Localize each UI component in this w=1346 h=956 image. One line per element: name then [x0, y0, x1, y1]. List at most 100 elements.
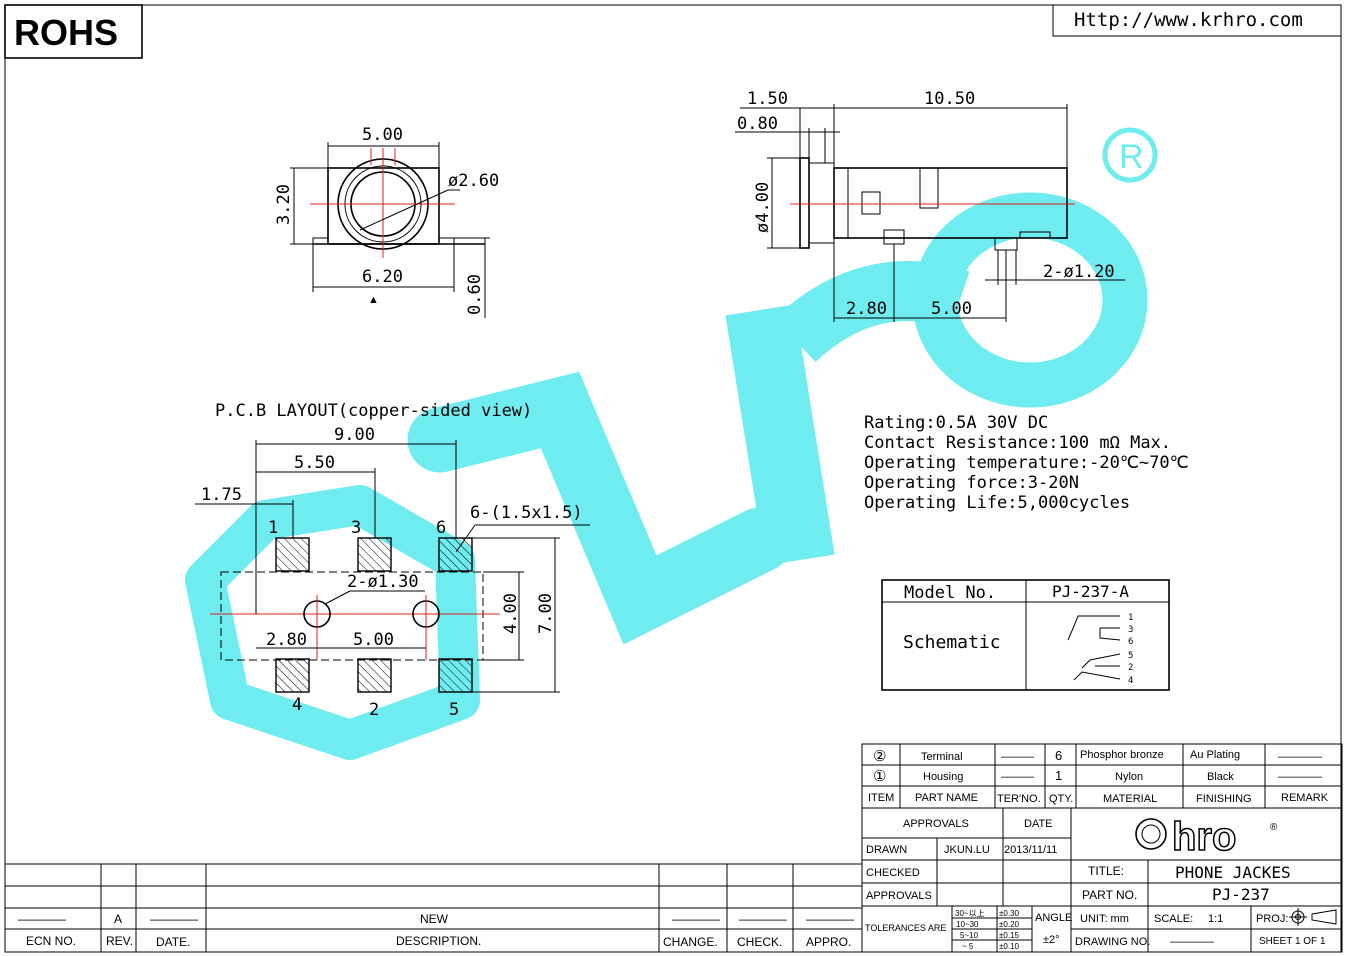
- bom-ter-housing: ———: [1001, 771, 1034, 783]
- tb-tol-value-2: ±0.20: [999, 920, 1020, 929]
- tb-tolerances-label: TOLERANCES ARE: [865, 923, 946, 933]
- schem-pin-3: 3: [1128, 625, 1133, 635]
- rev-change: ————: [672, 912, 720, 926]
- bom-header-remark: REMARK: [1281, 792, 1329, 804]
- tb-unit: UNIT: mm: [1080, 913, 1129, 925]
- tb-tol-value-3: ±0.15: [999, 931, 1020, 940]
- bom-ter-terminal: ———: [1001, 751, 1034, 763]
- spec-rating: Rating:0.5A 30V DC: [864, 413, 1048, 433]
- tb-drawn-label: DRAWN: [866, 844, 907, 856]
- spec-life: Operating Life:5,000cycles: [864, 493, 1130, 513]
- bom-qty-terminal: 6: [1055, 748, 1062, 763]
- rohs-box: ROHS: [4, 4, 143, 59]
- tb-proj-label: PROJ:: [1256, 913, 1288, 925]
- pcb-pads: 6-(1.5x1.5): [470, 503, 583, 523]
- tb-date-header: DATE: [1024, 818, 1053, 830]
- side-dim-a: 1.50: [747, 89, 788, 109]
- spec-resistance: Contact Resistance:100 mΩ Max.: [864, 433, 1171, 453]
- front-dim-height: 3.20: [274, 184, 294, 225]
- pin-label-5: 5: [449, 700, 459, 720]
- svg-text:®: ®: [1270, 822, 1278, 833]
- tb-tol-range-3: 5~10: [960, 931, 979, 940]
- website-box: Http://www.krhro.com: [1052, 5, 1341, 37]
- schematic-label: Schematic: [903, 632, 1001, 653]
- rev-description: NEW: [420, 912, 449, 926]
- pin-label-6: 6: [436, 518, 446, 538]
- pad-4: [275, 658, 310, 693]
- tb-scale-label: SCALE:: [1154, 913, 1193, 925]
- rev-check: ————: [739, 912, 787, 926]
- rev-ecn: ————: [18, 912, 66, 926]
- pad-5: [438, 658, 473, 693]
- pcb-holes: 2-ø1.30: [347, 572, 419, 592]
- tb-drawn-by: JKUN.LU: [944, 844, 990, 856]
- bom-material-housing: Nylon: [1115, 771, 1143, 783]
- side-dim-d: 5.00: [931, 299, 972, 319]
- bom-item-1: ①: [873, 768, 886, 785]
- tb-tol-value-4: ±0.10: [999, 942, 1020, 951]
- schem-pin-4: 4: [1128, 676, 1133, 686]
- schem-pin-5: 5: [1128, 651, 1133, 661]
- spec-temperature: Operating temperature:-20℃~70℃: [864, 453, 1189, 473]
- projection-icon: [1289, 908, 1337, 926]
- pad-1: [275, 537, 310, 572]
- rev-date: ————: [150, 912, 198, 926]
- schem-pin-2: 2: [1128, 663, 1133, 673]
- svg-text:R: R: [1119, 138, 1144, 176]
- side-dim-b: 0.80: [737, 114, 778, 134]
- specs-block: Rating:0.5A 30V DC Contact Resistance:10…: [864, 413, 1189, 513]
- revision-table: ———— A ———— NEW ———— ———— ———— ECN NO. R…: [5, 863, 862, 952]
- front-mark: ▲: [368, 294, 379, 306]
- tb-angle-label: ANGLE: [1035, 912, 1072, 924]
- tb-sheet: SHEET 1 OF 1: [1259, 936, 1326, 947]
- pin-label-3: 3: [351, 518, 361, 538]
- tb-drawing-no-value: ————: [1170, 936, 1214, 948]
- bom-header-qty: QTY.: [1049, 793, 1073, 805]
- logo-text: hro: [1172, 815, 1236, 859]
- bom-material-terminal: Phosphor bronze: [1080, 749, 1164, 761]
- spec-force: Operating force:3-20N: [864, 473, 1079, 493]
- website-url: Http://www.krhro.com: [1074, 9, 1303, 31]
- front-dim-pin-height: 0.60: [465, 274, 485, 315]
- tb-tol-range-4: ~ 5: [962, 942, 974, 951]
- bom-finishing-terminal: Au Plating: [1190, 749, 1240, 761]
- front-view: 5.00 3.20 ø2.60 6.20 ▲ 0.60: [274, 125, 499, 318]
- model-value: PJ-237-A: [1052, 582, 1129, 601]
- pcb-dim-mid: 5.50: [294, 453, 335, 473]
- bom-item-2: ②: [873, 748, 886, 765]
- tb-tol-range-2: 10~30: [956, 920, 979, 929]
- tb-part-label: PART NO.: [1082, 888, 1137, 902]
- bom-finishing-housing: Black: [1207, 771, 1234, 783]
- tb-checked-label: CHECKED: [866, 867, 920, 879]
- rev-header-description: DESCRIPTION.: [396, 934, 481, 948]
- bom-name-terminal: Terminal: [921, 751, 963, 763]
- rev-header-change: CHANGE.: [663, 935, 718, 949]
- front-dim-diameter: ø2.60: [448, 171, 499, 191]
- rev-header-check: CHECK.: [737, 935, 782, 949]
- tb-title-label: TITLE:: [1088, 864, 1124, 878]
- rev-appro: ————: [806, 912, 854, 926]
- rev-header-date: DATE.: [156, 935, 190, 949]
- side-dim-diameter: ø4.00: [753, 182, 773, 233]
- pad-2: [357, 658, 392, 693]
- tb-part-value: PJ-237: [1212, 885, 1270, 904]
- rev-rev: A: [114, 912, 122, 926]
- tb-drawing-no-label: DRAWING NO.: [1075, 936, 1150, 948]
- schem-pin-1: 1: [1128, 613, 1133, 623]
- title-block: APPROVALS DATE DRAWN JKUN.LU 2013/11/11 …: [861, 807, 1343, 953]
- bom-header-finishing: FINISHING: [1196, 793, 1252, 805]
- pcb-dim-total: 9.00: [334, 425, 375, 445]
- front-dim-width-top: 5.00: [362, 125, 403, 145]
- rev-header-rev: REV.: [106, 934, 133, 948]
- side-dim-c: 2.80: [846, 299, 887, 319]
- schematic-symbol: [1067, 615, 1121, 681]
- pin-label-2: 2: [369, 700, 379, 720]
- bom-name-housing: Housing: [923, 771, 963, 783]
- model-box: Model No. PJ-237-A Schematic 1 3 6 5 2 4: [881, 579, 1170, 691]
- pin-label-4: 4: [292, 695, 302, 715]
- hro-logo: hro ®: [1135, 814, 1278, 860]
- schem-pin-6: 6: [1128, 637, 1133, 647]
- bom-header-item: ITEM: [868, 792, 894, 804]
- tb-title-value: PHONE JACKES: [1175, 863, 1291, 882]
- drawing-canvas: R ROHS Http://www.krhro.com 5.00 3.20 ø2…: [4, 4, 1343, 953]
